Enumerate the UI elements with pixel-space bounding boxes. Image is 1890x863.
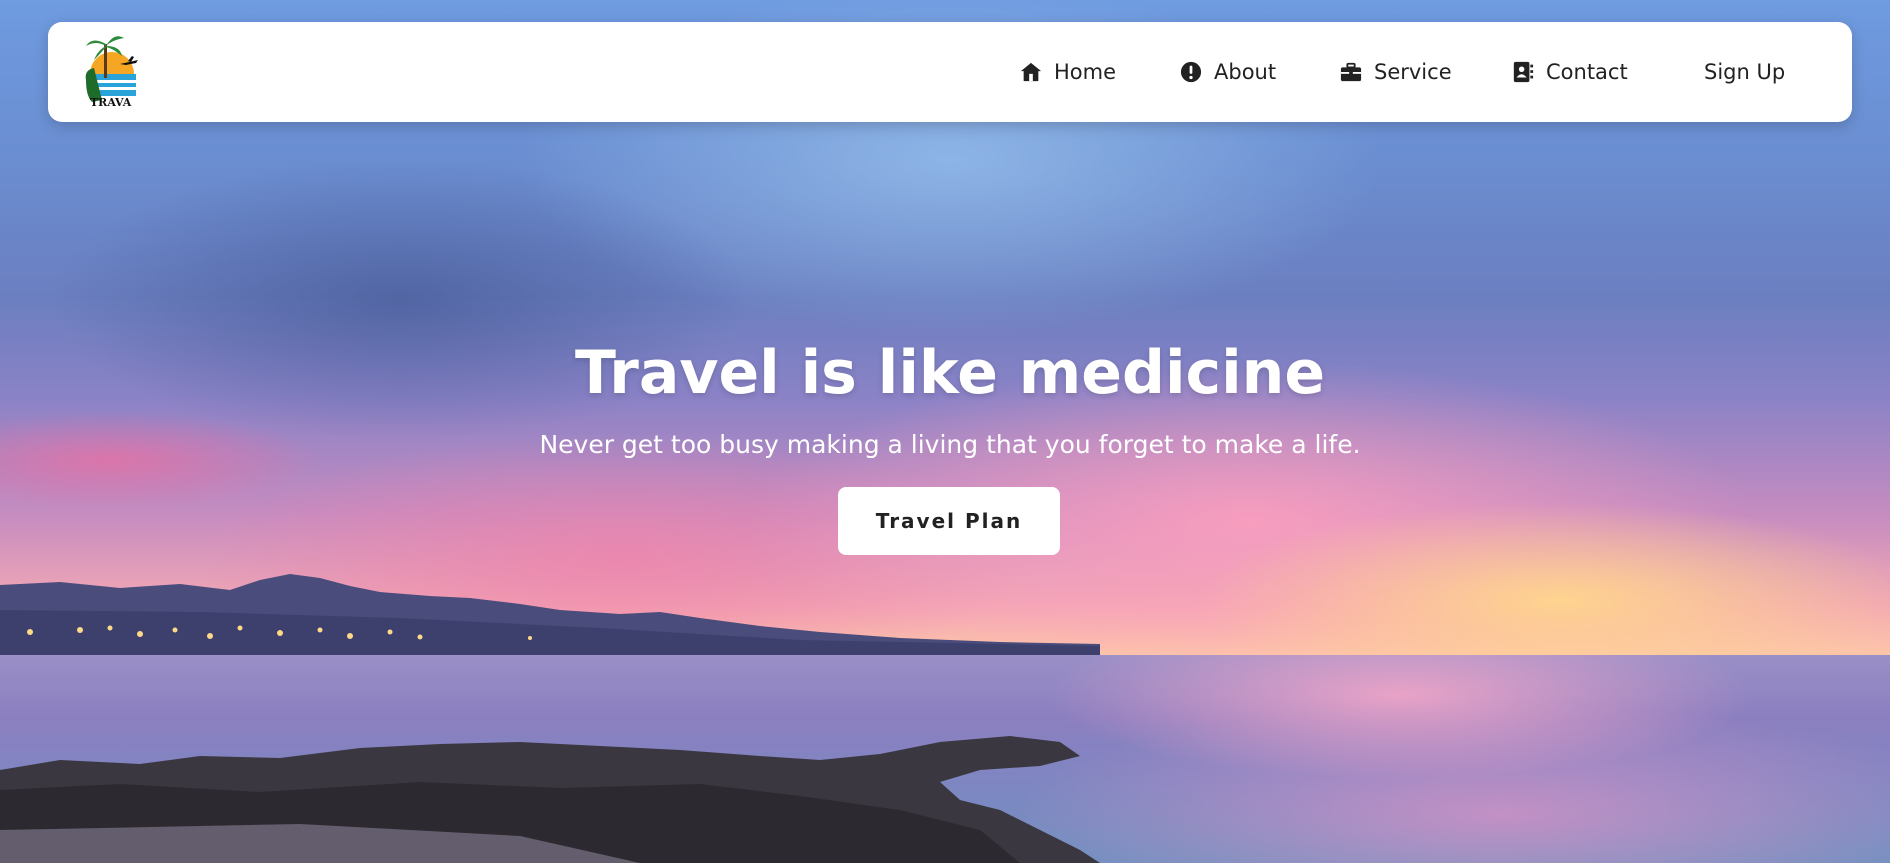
hero-subtitle: Never get too busy making a living that …: [539, 430, 1361, 459]
nav-item-label: Home: [1054, 60, 1117, 84]
address-book-icon: [1513, 61, 1534, 83]
travel-plan-button[interactable]: Travel Plan: [838, 487, 1060, 555]
briefcase-icon: [1340, 62, 1362, 82]
top-navbar: TRAVA Home About Service Contact Sign Up: [48, 22, 1852, 122]
hero-title: Travel is like medicine: [574, 338, 1326, 408]
sign-up-label: Sign Up: [1704, 60, 1786, 84]
nav-item-label: Contact: [1546, 60, 1628, 84]
nav-item-service[interactable]: Service: [1340, 22, 1452, 122]
foreground-rocks: [0, 736, 1100, 863]
nav-item-about[interactable]: About: [1180, 22, 1276, 122]
nav-item-label: Service: [1374, 60, 1452, 84]
exclamation-circle-icon: [1180, 61, 1202, 83]
nav-item-home[interactable]: Home: [1020, 22, 1116, 122]
nav-item-label: About: [1214, 60, 1277, 84]
house-icon: [1020, 62, 1042, 82]
sign-up-link[interactable]: Sign Up: [1704, 22, 1785, 122]
nav-item-contact[interactable]: Contact: [1512, 22, 1628, 122]
logo-text: TRAVA: [90, 96, 132, 109]
